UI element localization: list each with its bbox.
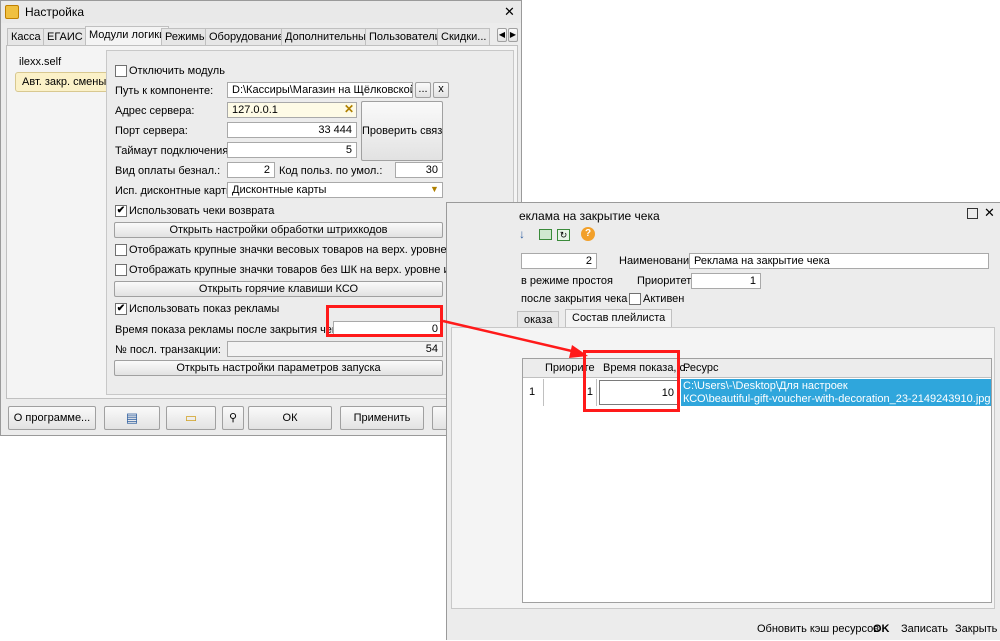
annotation-arrow — [442, 319, 588, 358]
